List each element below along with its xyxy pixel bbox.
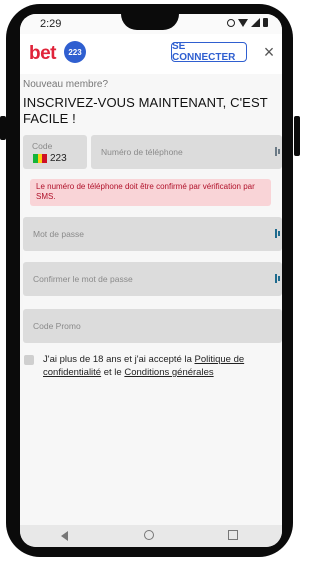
phone-placeholder: Numéro de téléphone <box>101 147 183 157</box>
bet223-logo[interactable]: bet 223 <box>29 39 89 65</box>
wifi-icon <box>238 18 248 27</box>
logo-text: bet <box>29 43 57 64</box>
screen: 2:29 bet 223 SE CONNECTER × Nouveau memb… <box>20 14 282 547</box>
home-icon[interactable] <box>144 530 154 540</box>
system-nav-bar <box>20 525 282 547</box>
password-manager-icon[interactable] <box>275 147 280 156</box>
confirm-password-placeholder: Confirmer le mot de passe <box>33 274 133 284</box>
terms-checkbox[interactable] <box>24 355 34 365</box>
power-button <box>294 116 300 156</box>
back-icon[interactable] <box>61 531 68 541</box>
promo-placeholder: Code Promo <box>33 321 81 331</box>
page-title: INSCRIVEZ-VOUS MAINTENANT, C'EST FACILE … <box>23 95 268 126</box>
password-manager-icon[interactable] <box>275 274 280 283</box>
status-bar: 2:29 <box>20 14 282 34</box>
camera-notch <box>121 14 179 30</box>
logo-badge: 223 <box>68 48 82 57</box>
status-time: 2:29 <box>40 18 62 30</box>
recent-apps-icon[interactable] <box>228 530 238 540</box>
alarm-icon <box>227 18 235 27</box>
phone-error-message: Le numéro de téléphone doit être confirm… <box>30 179 271 206</box>
close-icon[interactable]: × <box>261 42 277 62</box>
login-button[interactable]: SE CONNECTER <box>171 41 247 63</box>
mali-flag-icon <box>33 154 48 163</box>
terms-text: J'ai plus de 18 ans et j'ai accepté la P… <box>43 353 278 379</box>
password-placeholder: Mot de passe <box>33 229 85 239</box>
country-code-value: 223 <box>50 153 67 164</box>
country-code-field[interactable]: Code 223 <box>23 135 87 169</box>
terms-middle: et le <box>101 367 125 378</box>
promo-code-input[interactable]: Code Promo <box>23 309 282 343</box>
confirm-password-input[interactable]: Confirmer le mot de passe <box>23 262 282 296</box>
new-member-label: Nouveau membre? <box>23 79 109 90</box>
country-code-label: Code <box>32 141 53 151</box>
terms-conditions-link[interactable]: Conditions générales <box>124 367 213 378</box>
status-icons <box>227 18 268 27</box>
password-manager-icon[interactable] <box>275 229 280 238</box>
phone-number-input[interactable]: Numéro de téléphone <box>91 135 282 169</box>
app-header: bet 223 SE CONNECTER × <box>20 34 282 74</box>
phone-frame: 2:29 bet 223 SE CONNECTER × Nouveau memb… <box>0 0 300 561</box>
signal-icon <box>251 18 260 27</box>
terms-prefix: J'ai plus de 18 ans et j'ai accepté la <box>43 354 195 365</box>
password-input[interactable]: Mot de passe <box>23 217 282 251</box>
volume-button <box>0 116 6 140</box>
battery-icon <box>263 18 268 27</box>
